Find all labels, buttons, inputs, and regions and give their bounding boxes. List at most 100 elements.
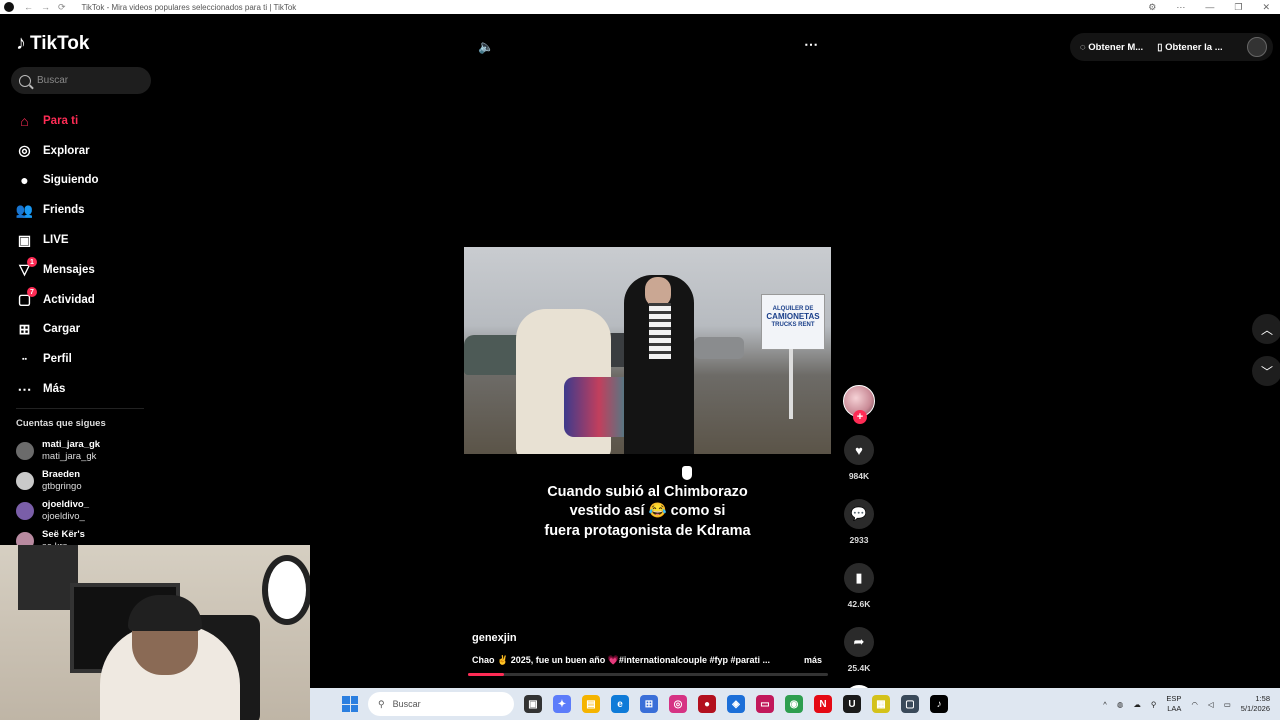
following-item[interactable]: Braeden gtbgringo: [16, 466, 100, 496]
defender-icon[interactable]: ◈: [727, 695, 745, 713]
user-avatar[interactable]: [1247, 37, 1267, 57]
browser-nav-buttons[interactable]: ←→⟳: [24, 2, 74, 13]
chrome-icon[interactable]: ◉: [785, 695, 803, 713]
nav-item-live[interactable]: ▣ LIVE: [16, 225, 99, 255]
following-item[interactable]: mati_jara_gk mati_jara_gk: [16, 436, 100, 466]
messages-badge: 1: [27, 257, 37, 268]
chevron-up-icon[interactable]: ^: [1103, 700, 1107, 709]
volume-icon[interactable]: 🔈: [478, 39, 494, 54]
store-icon[interactable]: ⊞: [640, 695, 658, 713]
upload-icon: ⊞: [18, 320, 31, 337]
lang-region: LAA: [1167, 704, 1182, 713]
more-icon: ⋯: [17, 380, 32, 397]
get-app-button[interactable]: ▯ Obtener la ...: [1157, 42, 1222, 53]
creator-avatar[interactable]: +: [843, 385, 875, 424]
network-icon[interactable]: ◍: [1117, 700, 1124, 709]
file-explorer-icon[interactable]: ▤: [582, 695, 600, 713]
mouse-cursor: [682, 466, 692, 480]
comment-action[interactable]: 💬 2933: [842, 499, 876, 545]
nav-item-explorar[interactable]: ◎ Explorar: [16, 136, 99, 166]
webcam-overlay: [0, 545, 310, 720]
nav-item-actividad[interactable]: ▢ 7 Actividad: [16, 285, 99, 315]
windows-start-icon[interactable]: [342, 696, 358, 712]
progress-fill: [468, 673, 504, 676]
compass-icon: ◎: [18, 142, 31, 159]
lang-code: ESP: [1166, 694, 1182, 703]
following-handle: ojoeldivo_: [42, 511, 85, 522]
nav-item-cargar[interactable]: ⊞ Cargar: [16, 315, 99, 345]
restore-button[interactable]: ❐: [1234, 2, 1242, 13]
onedrive-icon[interactable]: ☁: [1133, 700, 1141, 709]
comment-icon[interactable]: 💬: [844, 499, 874, 529]
search-input[interactable]: [37, 75, 137, 86]
close-button[interactable]: ✕: [1262, 2, 1270, 13]
more-button[interactable]: más: [799, 655, 822, 665]
video-author[interactable]: genexjin: [472, 632, 517, 644]
friends-icon: 👥: [15, 201, 34, 218]
mic-icon[interactable]: ⚲: [1151, 700, 1157, 709]
edge-icon[interactable]: e: [611, 695, 629, 713]
taskbar-search-placeholder: Buscar: [392, 699, 421, 709]
minimize-button[interactable]: —: [1205, 2, 1214, 12]
share-action[interactable]: ➦ 25.4K: [842, 627, 876, 673]
home-icon: ⌂: [20, 112, 29, 129]
speaker-icon[interactable]: ◁: [1208, 700, 1214, 709]
sign-post: [789, 349, 793, 419]
instagram-icon[interactable]: ◎: [669, 695, 687, 713]
nav-item-friends[interactable]: 👥 Friends: [16, 195, 99, 225]
save-action[interactable]: ▮ 42.6K: [842, 563, 876, 609]
get-coins-button[interactable]: ◌ Obtener M...: [1080, 42, 1143, 53]
following-item[interactable]: ojoeldivo_ ojoeldivo_: [16, 496, 100, 526]
app-dark-icon[interactable]: ▢: [901, 695, 919, 713]
like-count: 984K: [848, 471, 870, 481]
extensions-icon[interactable]: ⚙: [1148, 2, 1156, 13]
follow-plus-icon[interactable]: +: [853, 410, 867, 424]
tiktok-logo[interactable]: ♪ TikTok: [16, 32, 89, 55]
activity-icon: ▢ 7: [16, 287, 37, 308]
nav-item-perfil[interactable]: ▪▪ Perfil: [16, 344, 99, 374]
sidebar-divider: [16, 408, 144, 409]
nav-item-mensajes[interactable]: ▽ 1 Mensajes: [16, 255, 99, 285]
wifi-icon[interactable]: ◠: [1191, 700, 1198, 709]
caption-line: Cuando subió al Chimborazo: [547, 484, 748, 500]
heart-icon[interactable]: ♥: [844, 435, 874, 465]
task-view-icon[interactable]: ▣: [524, 695, 542, 713]
following-name: mati_jara_gk: [42, 439, 101, 450]
app-red-icon[interactable]: ●: [698, 695, 716, 713]
streamer-cap: [128, 595, 202, 631]
copilot-icon[interactable]: ✦: [553, 695, 571, 713]
like-action[interactable]: ♥ 984K: [842, 435, 876, 481]
bookmark-icon[interactable]: ▮: [844, 563, 874, 593]
clock[interactable]: 1:58 5/1/2026: [1241, 694, 1270, 714]
next-video-button[interactable]: ﹀: [1252, 356, 1280, 386]
nav-item-mas[interactable]: ⋯ Más: [16, 374, 99, 404]
action-bar: + ♥ 984K 💬 2933 ▮ 42.6K ➦ 25.4K: [842, 385, 876, 715]
search-box[interactable]: [11, 67, 151, 94]
browser-menu-icon[interactable]: ⋯: [1176, 2, 1185, 13]
battery-icon[interactable]: ▭: [1224, 700, 1231, 709]
more-options-icon[interactable]: ⋯: [804, 36, 819, 53]
netflix-icon[interactable]: N: [814, 695, 832, 713]
nav-label: Explorar: [43, 144, 90, 157]
share-icon[interactable]: ➦: [844, 627, 874, 657]
video-player[interactable]: 🔈 ⋯ ALQUILER DE CAMIONETAS TRUCKS RENT C…: [464, 28, 831, 676]
browser-titlebar: ←→⟳ TikTok - Mira videos populares selec…: [0, 0, 1280, 14]
upwork-icon[interactable]: U: [843, 695, 861, 713]
video-progress-bar[interactable]: [468, 673, 828, 676]
app-magenta-icon[interactable]: ▭: [756, 695, 774, 713]
tiktok-app-icon[interactable]: ♪: [930, 695, 948, 713]
nav-item-siguiendo[interactable]: ● Siguiendo: [16, 166, 98, 196]
language-indicator[interactable]: ESP LAA: [1166, 694, 1181, 714]
get-coins-label: Obtener M...: [1088, 41, 1144, 53]
nav-item-para-ti[interactable]: ⌂ Para ti: [16, 106, 99, 136]
taskbar-search[interactable]: ⚲ Buscar: [368, 692, 514, 716]
clock-date: 5/1/2026: [1240, 704, 1270, 713]
sticky-notes-icon[interactable]: ▦: [872, 695, 890, 713]
window-title: TikTok - Mira videos populares seleccion…: [81, 2, 297, 12]
parked-car: [694, 337, 744, 359]
following-list: mati_jara_gk mati_jara_gk Braeden gtbgring…: [16, 436, 100, 556]
checkered-scarf: [649, 303, 671, 359]
system-tray: ^ ◍ ☁ ⚲ ESP LAA ◠ ◁ ▭ 1:58 5/1/2026: [1103, 688, 1270, 720]
previous-video-button[interactable]: ︿: [1252, 314, 1280, 344]
nav-label: Actividad: [43, 293, 95, 306]
